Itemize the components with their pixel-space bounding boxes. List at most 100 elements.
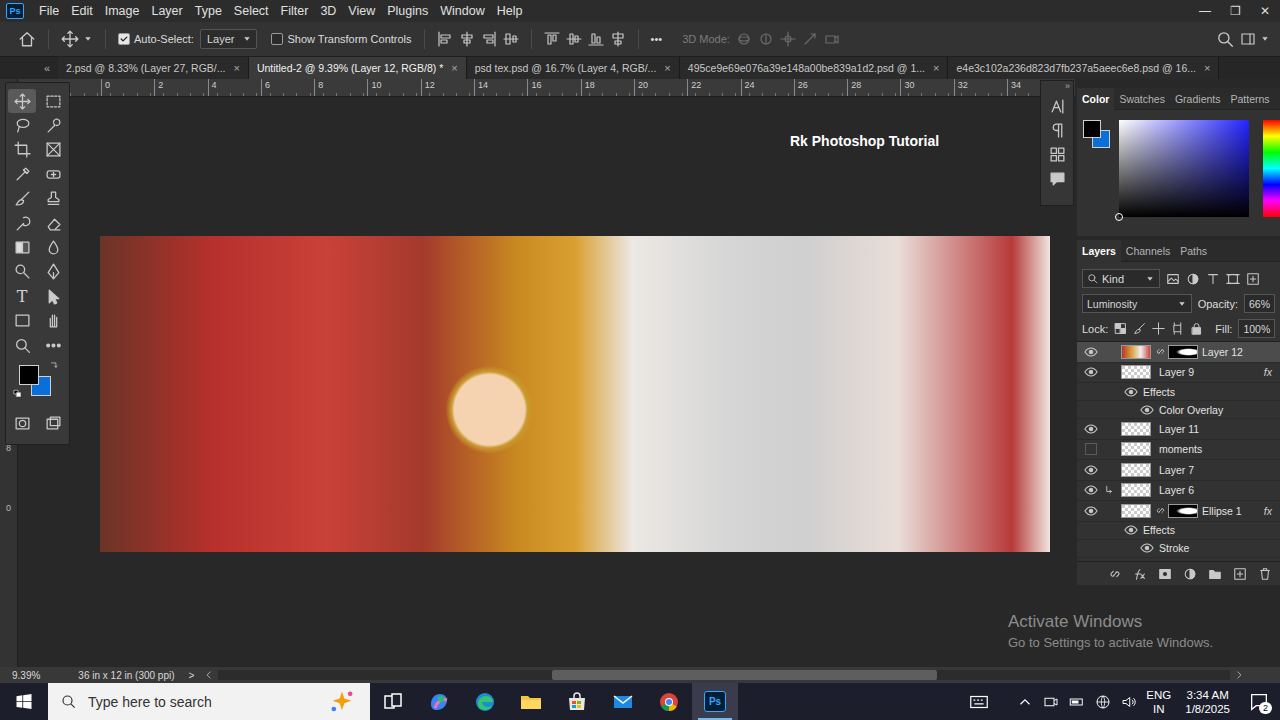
layer-thumbnail[interactable] [1121, 442, 1151, 456]
scroll-right-icon[interactable] [1234, 670, 1244, 680]
workspace-switcher[interactable] [1240, 31, 1270, 47]
explorer-app[interactable] [508, 683, 554, 720]
history-tool[interactable] [8, 211, 36, 235]
foreground-color-swatch[interactable] [19, 365, 39, 385]
status-menu-arrow[interactable]: > [189, 670, 195, 681]
stamp-tool[interactable] [39, 187, 67, 211]
document-tab[interactable]: e4e3c102a236d823d7fb237a5aeec6e8.psd @ 1… [948, 57, 1219, 79]
copilot-app[interactable] [416, 683, 462, 720]
visibility-toggle[interactable] [1083, 345, 1099, 359]
panel-tab[interactable]: Paths [1175, 240, 1212, 262]
foreground-color-swatch[interactable] [1083, 120, 1101, 138]
effect-row[interactable]: Stroke [1077, 540, 1280, 558]
layer-row[interactable]: Ellipse 1fx [1077, 501, 1280, 522]
menu-item[interactable]: Type [189, 1, 228, 21]
document-tab[interactable]: 495ce9e69e076a39e148a00be839a1d2.psd @ 1… [680, 57, 949, 79]
menu-item[interactable]: Plugins [381, 1, 434, 21]
align-icon[interactable] [588, 31, 604, 47]
mail-app[interactable] [600, 683, 646, 720]
clock[interactable]: 3:34 AM1/8/2025 [1185, 688, 1230, 716]
layer-row[interactable]: Layer 12 [1077, 342, 1280, 363]
lock-lbrush-icon[interactable] [1133, 322, 1146, 335]
blur-tool[interactable] [39, 235, 67, 259]
visibility-toggle[interactable] [1083, 483, 1099, 497]
move-tool[interactable] [8, 89, 36, 113]
collapse-toolbar-button[interactable]: « [44, 62, 50, 74]
menu-item[interactable]: Select [228, 1, 275, 21]
pathsel-tool[interactable] [39, 284, 67, 308]
quick-tool[interactable] [39, 113, 67, 137]
lock-ltrans-icon[interactable] [1114, 322, 1127, 335]
character-icon[interactable] [1049, 98, 1066, 115]
more-button[interactable]: ••• [651, 33, 663, 45]
mask-thumbnail[interactable] [1168, 504, 1198, 518]
color-field[interactable] [1119, 120, 1249, 217]
layer-row[interactable]: Layer 7 [1077, 460, 1280, 481]
screenmode-tool[interactable] [39, 411, 67, 435]
footer-bfolder-icon[interactable] [1208, 567, 1222, 581]
document-tab[interactable]: Untitled-2 @ 9.39% (Layer 12, RGB/8) *× [249, 57, 467, 79]
align-icon[interactable] [437, 31, 453, 47]
footer-badj-icon[interactable] [1183, 567, 1197, 581]
show-transform-checkbox[interactable]: Show Transform Controls [271, 33, 411, 45]
layer-thumbnail[interactable] [1121, 463, 1151, 477]
footer-blink-icon[interactable] [1108, 567, 1122, 581]
panel-tab[interactable]: Layers [1077, 240, 1121, 262]
tab-close-button[interactable]: × [233, 62, 239, 74]
panel-tab[interactable]: Patterns [1225, 88, 1274, 110]
menu-item[interactable]: Image [99, 1, 146, 21]
footer-btrash-icon[interactable] [1258, 567, 1272, 581]
menu-item[interactable]: Edit [65, 1, 99, 21]
scroll-left-icon[interactable] [204, 670, 214, 680]
document-tab[interactable]: 2.psd @ 8.33% (Layer 27, RGB/...× [58, 57, 249, 79]
panel-tab[interactable]: Color [1077, 88, 1114, 110]
visibility-toggle[interactable] [1083, 463, 1099, 477]
filter-fimg-icon[interactable] [1166, 272, 1180, 286]
edge-app[interactable] [462, 683, 508, 720]
type-tool[interactable]: T [8, 284, 36, 308]
footer-bfx-icon[interactable] [1133, 567, 1147, 581]
restore-button[interactable]: ❐ [1220, 4, 1250, 18]
language-indicator[interactable]: ENGIN [1146, 688, 1171, 716]
checkbox[interactable] [118, 33, 130, 45]
align-icon[interactable] [544, 31, 560, 47]
layer-thumbnail[interactable] [1121, 422, 1151, 436]
search-icon[interactable] [1216, 30, 1234, 48]
visibility-toggle[interactable] [1139, 403, 1155, 417]
mask-thumbnail[interactable] [1168, 345, 1198, 359]
panel-tab[interactable]: Channels [1121, 240, 1175, 262]
brush-tool[interactable] [8, 187, 36, 211]
panel-tab[interactable]: Gradients [1170, 88, 1226, 110]
crop-tool[interactable] [8, 138, 36, 162]
hue-slider[interactable] [1263, 120, 1280, 217]
menu-item[interactable]: 3D [314, 1, 342, 21]
effects-badge[interactable]: fx [1264, 366, 1272, 378]
blend-mode-dropdown[interactable]: Luminosity [1082, 294, 1192, 313]
layer-row[interactable]: Layer 11 [1077, 419, 1280, 440]
layer-row[interactable]: moments [1077, 440, 1280, 461]
layer-thumbnail[interactable] [1121, 365, 1151, 379]
menu-item[interactable]: Help [491, 1, 529, 21]
taskbar-search[interactable]: Type here to search [48, 683, 370, 720]
collapse-panels-button[interactable]: » [1065, 81, 1073, 91]
visibility-toggle[interactable] [1139, 541, 1155, 555]
visibility-toggle[interactable] [1083, 504, 1099, 518]
store-app[interactable] [554, 683, 600, 720]
start-button[interactable] [0, 683, 48, 720]
fill-field[interactable]: 100% [1238, 319, 1275, 338]
visibility-toggle[interactable] [1083, 422, 1099, 436]
layer-row[interactable]: Layer 6 [1077, 481, 1280, 502]
filter-fadj-icon[interactable] [1186, 272, 1200, 286]
paragraph-icon[interactable] [1049, 122, 1066, 139]
scroll-thumb[interactable] [552, 670, 937, 680]
eraser-tool[interactable] [39, 211, 67, 235]
tab-close-button[interactable]: × [1204, 62, 1210, 74]
tray-cam-icon[interactable] [1042, 693, 1060, 711]
auto-select-checkbox[interactable]: Auto-Select: [118, 33, 194, 45]
filter-ftype-icon[interactable] [1206, 272, 1220, 286]
layer-row[interactable]: Layer 9fx [1077, 363, 1280, 384]
quickmask-tool[interactable] [8, 411, 36, 435]
tab-close-button[interactable]: × [451, 62, 457, 74]
align-icon[interactable] [481, 31, 497, 47]
align-icon[interactable] [459, 31, 475, 47]
